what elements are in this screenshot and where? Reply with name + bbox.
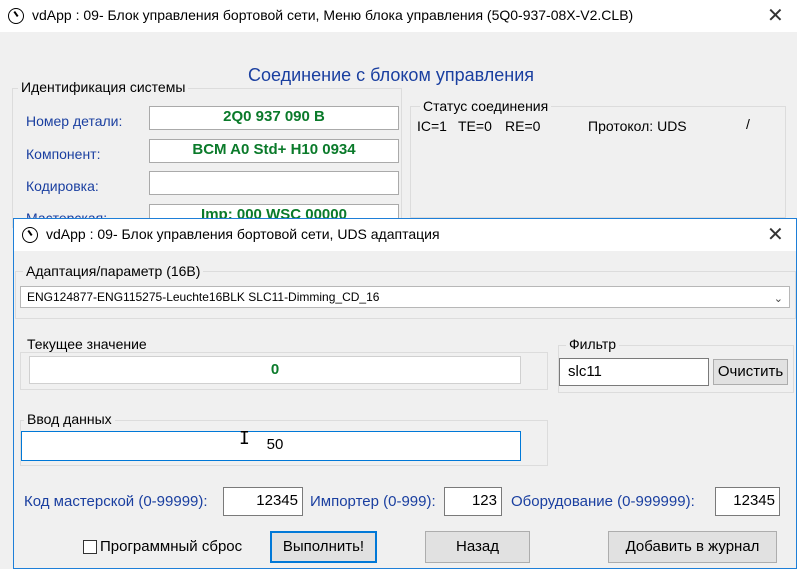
equipment-input[interactable]: 12345 (715, 487, 780, 516)
filter-input[interactable]: slc11 (559, 358, 709, 386)
coding-label: Кодировка: (26, 178, 99, 194)
importer-label: Импортер (0-999): (310, 493, 436, 510)
app-icon (22, 227, 38, 243)
execute-button[interactable]: Выполнить! (270, 531, 377, 563)
component-label: Компонент: (26, 146, 101, 162)
workshop-code-label: Код мастерской (0-99999): (24, 493, 208, 510)
connection-heading: Соединение с блоком управления (248, 65, 534, 85)
data-entry-value: 50 (266, 436, 284, 453)
identification-legend: Идентификация системы (18, 79, 189, 95)
data-entry-input[interactable]: 50 (21, 431, 521, 461)
filter-legend: Фильтр (566, 336, 620, 352)
back-button[interactable]: Назад (425, 531, 530, 563)
main-window-titlebar: vdApp : 09- Блок управления бортовой сет… (0, 0, 797, 32)
data-entry-legend: Ввод данных (24, 411, 115, 427)
ic-status: IC=1 (417, 118, 447, 134)
add-to-log-button[interactable]: Добавить в журнал (608, 531, 777, 563)
close-icon[interactable]: ✕ (767, 223, 784, 247)
connection-status-legend: Статус соединения (420, 98, 552, 114)
chevron-down-icon[interactable]: ⌄ (774, 289, 783, 309)
uds-window-titlebar: vdApp : 09- Блок управления бортовой сет… (14, 219, 796, 251)
importer-input[interactable]: 123 (444, 487, 502, 516)
app-icon (8, 8, 24, 24)
uds-window-title: vdApp : 09- Блок управления бортовой сет… (46, 226, 440, 242)
activity-spinner: / (746, 116, 750, 132)
component-field: BCM A0 Std+ H10 0934 (149, 139, 399, 163)
workshop-code-input[interactable]: 12345 (223, 487, 303, 516)
re-status: RE=0 (505, 118, 541, 134)
part-number-field: 2Q0 937 090 B (149, 106, 399, 130)
coding-field (149, 171, 399, 195)
adaptation-select-value: ENG124877-ENG115275-Leuchte16BLK SLC11-D… (27, 290, 380, 304)
program-reset-checkbox[interactable] (83, 540, 97, 554)
adaptation-legend: Адаптация/параметр (16B) (23, 263, 204, 279)
text-cursor-icon: I (239, 428, 250, 449)
program-reset-label[interactable]: Программный сброс (100, 538, 242, 555)
close-icon[interactable]: ✕ (767, 4, 784, 28)
main-window-title: vdApp : 09- Блок управления бортовой сет… (32, 7, 634, 23)
adaptation-select[interactable]: ENG124877-ENG115275-Leuchte16BLK SLC11-D… (20, 286, 790, 308)
protocol-status: Протокол: UDS (588, 118, 687, 134)
te-status: TE=0 (458, 118, 492, 134)
current-value-field: 0 (29, 356, 521, 384)
clear-filter-button[interactable]: Очистить (713, 359, 788, 385)
part-number-label: Номер детали: (26, 113, 123, 129)
current-value-legend: Текущее значение (24, 336, 150, 352)
uds-adaptation-window: vdApp : 09- Блок управления бортовой сет… (13, 218, 797, 569)
equipment-label: Оборудование (0-999999): (511, 493, 695, 510)
